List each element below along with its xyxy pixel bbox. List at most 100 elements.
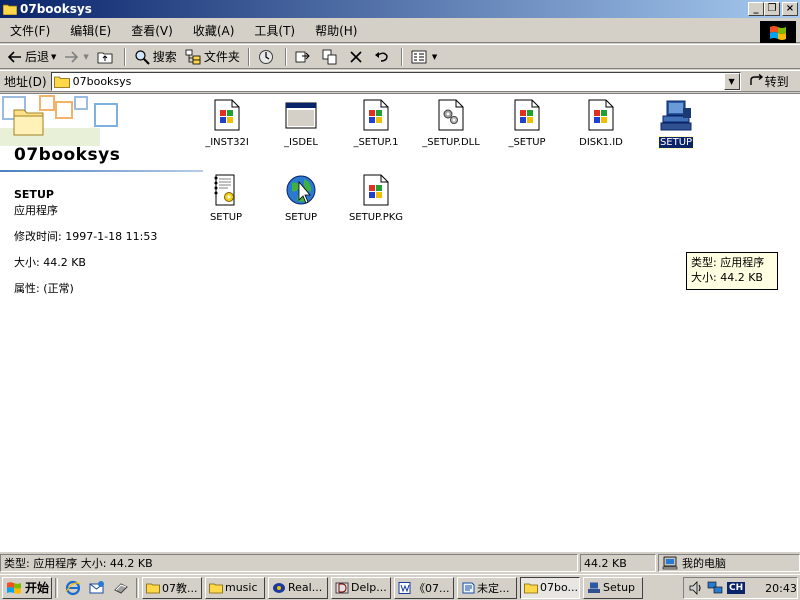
views-dropdown-icon[interactable]: ▼: [432, 53, 437, 61]
menu-file[interactable]: 文件(F): [4, 20, 56, 41]
file-item[interactable]: _SETUP: [489, 98, 565, 148]
menu-edit[interactable]: 编辑(E): [64, 20, 117, 41]
folders-button[interactable]: 文件夹: [181, 46, 244, 67]
volume-icon[interactable]: [688, 581, 704, 595]
address-label: 地址(D): [4, 74, 47, 89]
address-bar: 地址(D) 07booksys ▼ 转到: [0, 70, 800, 92]
outlook-express-icon[interactable]: [88, 579, 106, 597]
title-bar[interactable]: 07booksys _ ❐ ×: [0, 0, 800, 18]
file-label: SETUP: [284, 212, 318, 223]
status-text: 类型: 应用程序 大小: 44.2 KB: [0, 554, 578, 572]
folders-label: 文件夹: [203, 50, 240, 64]
folder-view[interactable]: 07booksys SETUP 应用程序 修改时间: 1997-1-18 11:…: [0, 93, 800, 552]
file-item-selected[interactable]: SETUP: [638, 98, 714, 149]
windows-logo-icon: [760, 21, 796, 43]
folder-icon: [3, 4, 17, 15]
close-button[interactable]: ×: [782, 2, 798, 16]
selected-item-modified: 修改时间: 1997-1-18 11:53: [14, 230, 158, 243]
move-to-icon: [295, 51, 310, 62]
taskbar-button-label: 07教...: [162, 581, 198, 595]
file-item[interactable]: SETUP: [263, 173, 339, 223]
back-button[interactable]: 后退 ▼: [4, 46, 60, 67]
views-button[interactable]: ▼: [407, 46, 441, 67]
tooltip-type: 类型: 应用程序: [691, 256, 765, 269]
move-to-button[interactable]: [291, 46, 318, 67]
maximize-button[interactable]: ❐: [764, 2, 780, 16]
window-title: 07booksys: [20, 2, 92, 16]
selected-item-size: 大小: 44.2 KB: [14, 256, 86, 269]
history-icon: [258, 49, 273, 64]
window-app-icon: [284, 98, 318, 132]
history-button[interactable]: [254, 46, 281, 67]
menu-view[interactable]: 查看(V): [125, 20, 179, 41]
file-item[interactable]: _ISDEL: [263, 98, 339, 148]
start-button[interactable]: 开始: [2, 576, 52, 599]
up-button[interactable]: [93, 46, 120, 67]
back-dropdown-icon[interactable]: ▼: [51, 53, 56, 61]
taskbar-separator: [55, 577, 58, 598]
input-language-indicator[interactable]: CH: [727, 582, 746, 594]
file-item[interactable]: SETUP: [188, 173, 264, 223]
file-item[interactable]: DISK1.ID: [563, 98, 639, 148]
minimize-button[interactable]: _: [748, 2, 764, 16]
undo-button[interactable]: [370, 46, 397, 67]
file-item[interactable]: _SETUP.1: [338, 98, 414, 148]
go-button[interactable]: 转到: [749, 73, 789, 90]
show-desktop-icon[interactable]: [112, 579, 130, 597]
taskbar-button[interactable]: music: [205, 576, 265, 599]
taskbar-button[interactable]: Delp...: [331, 576, 391, 599]
menu-help[interactable]: 帮助(H): [309, 20, 363, 41]
copy-to-button[interactable]: [318, 46, 345, 67]
forward-button[interactable]: ▼: [60, 46, 92, 67]
internet-explorer-icon[interactable]: [64, 579, 82, 597]
file-item[interactable]: _SETUP.DLL: [413, 98, 489, 148]
menu-favorites[interactable]: 收藏(A): [187, 20, 241, 41]
back-label: 后退: [25, 50, 50, 64]
system-tray: CH 20:43: [683, 577, 798, 599]
taskbar-button-label: Setup: [603, 581, 636, 594]
file-label: _INST32I: [205, 137, 249, 148]
taskbar-button[interactable]: Real...: [268, 576, 328, 599]
file-label: _ISDEL: [284, 137, 318, 148]
toolbar-separator: [400, 47, 403, 66]
search-icon: [135, 49, 150, 65]
taskbar-button[interactable]: Setup: [583, 576, 643, 599]
search-button[interactable]: 搜索: [130, 46, 181, 67]
setup-computer-icon: [588, 582, 600, 593]
taskbar-button-active[interactable]: 07bo...: [520, 576, 580, 599]
delphi-icon: [335, 582, 349, 593]
start-label: 开始: [25, 581, 50, 595]
address-input[interactable]: 07booksys ▼: [50, 71, 741, 91]
folder-icon: [524, 583, 538, 593]
file-item[interactable]: SETUP.PKG: [338, 173, 414, 223]
network-icon[interactable]: [707, 581, 723, 595]
status-zone-label: 我的电脑: [682, 557, 726, 570]
folder-icon: [146, 583, 160, 593]
delete-button[interactable]: [345, 46, 370, 67]
file-item[interactable]: _INST32I: [189, 98, 265, 148]
taskbar-button-label: music: [225, 581, 258, 594]
menu-tools[interactable]: 工具(T): [248, 20, 301, 41]
taskbar-button-label: 07bo...: [540, 581, 579, 594]
copy-to-icon: [322, 49, 337, 64]
address-dropdown-button[interactable]: ▼: [723, 72, 740, 90]
taskbar-button[interactable]: 07教...: [142, 576, 202, 599]
file-label: _SETUP.1: [353, 137, 399, 148]
file-label: SETUP.PKG: [348, 212, 404, 223]
clock[interactable]: 20:43: [765, 582, 797, 595]
delete-icon: [350, 50, 362, 63]
forward-arrow-icon: [65, 50, 79, 63]
taskbar-button[interactable]: 未定...: [457, 576, 517, 599]
title-divider: [0, 170, 203, 172]
up-folder-icon: [97, 52, 113, 63]
file-label: _SETUP: [508, 137, 546, 148]
folder-banner-icon: [0, 95, 118, 146]
forward-dropdown-icon[interactable]: ▼: [83, 53, 88, 61]
web-view-pane: 07booksys SETUP 应用程序 修改时间: 1997-1-18 11:…: [0, 94, 205, 552]
go-arrow-icon: [749, 74, 763, 85]
dll-gear-icon: [434, 98, 468, 132]
windows-file-icon: [210, 98, 244, 132]
taskbar-button[interactable]: 《07...: [394, 576, 454, 599]
tooltip-size: 大小: 44.2 KB: [691, 271, 763, 284]
folder-title: 07booksys: [14, 145, 121, 165]
